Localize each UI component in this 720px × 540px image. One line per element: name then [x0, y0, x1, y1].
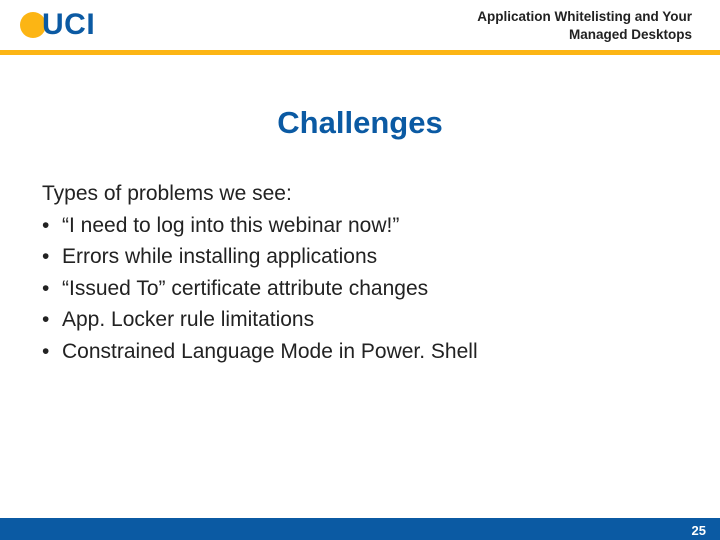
bullet-list: • “I need to log into this webinar now!”…	[42, 210, 680, 368]
list-item: • “I need to log into this webinar now!”	[42, 210, 680, 242]
bullet-icon: •	[42, 241, 62, 273]
list-item: • App. Locker rule limitations	[42, 304, 680, 336]
bullet-text: “I need to log into this webinar now!”	[62, 210, 680, 242]
list-item: • Errors while installing applications	[42, 241, 680, 273]
bullet-text: Constrained Language Mode in Power. Shel…	[62, 336, 680, 368]
header-line2: Managed Desktops	[477, 26, 692, 44]
header: UCI Application Whitelisting and Your Ma…	[0, 0, 720, 60]
page-number: 25	[692, 523, 706, 538]
bullet-text: App. Locker rule limitations	[62, 304, 680, 336]
header-line1: Application Whitelisting and Your	[477, 8, 692, 26]
bullet-text: Errors while installing applications	[62, 241, 680, 273]
slide-title: Challenges	[0, 105, 720, 141]
bullet-icon: •	[42, 273, 62, 305]
logo-text: UCI	[42, 8, 95, 42]
lead-text: Types of problems we see:	[42, 178, 680, 210]
bullet-icon: •	[42, 304, 62, 336]
footer-bar: 25	[0, 518, 720, 540]
list-item: • “Issued To” certificate attribute chan…	[42, 273, 680, 305]
presentation-title: Application Whitelisting and Your Manage…	[477, 8, 692, 44]
list-item: • Constrained Language Mode in Power. Sh…	[42, 336, 680, 368]
bullet-icon: •	[42, 210, 62, 242]
accent-bar	[0, 50, 720, 55]
slide: UCI Application Whitelisting and Your Ma…	[0, 0, 720, 540]
uci-logo: UCI	[20, 8, 95, 42]
body-content: Types of problems we see: • “I need to l…	[42, 178, 680, 367]
bullet-text: “Issued To” certificate attribute change…	[62, 273, 680, 305]
bullet-icon: •	[42, 336, 62, 368]
